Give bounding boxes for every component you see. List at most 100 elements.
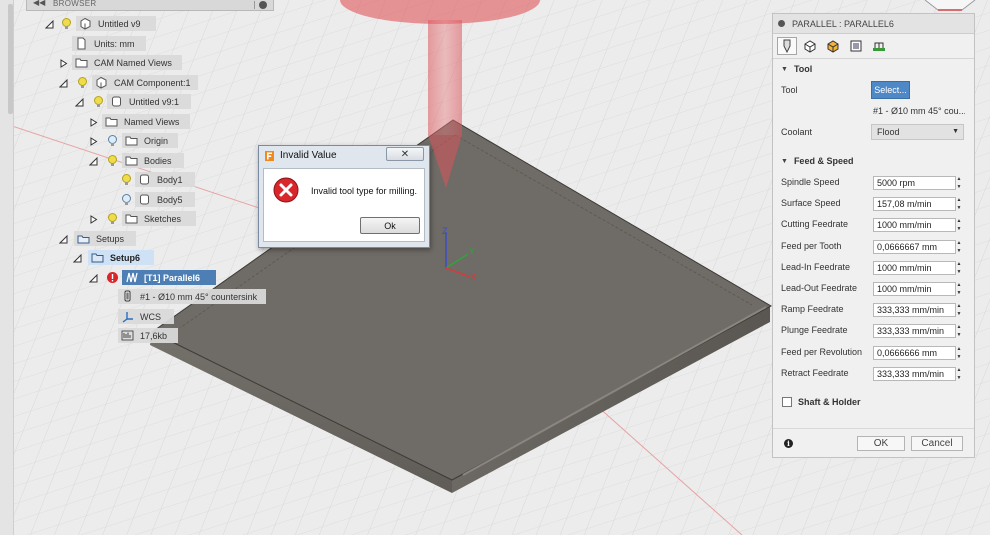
field-label: Feed per Revolution: [781, 346, 863, 357]
field-input[interactable]: 157,08 m/min: [873, 197, 956, 212]
field-input[interactable]: 1000 mm/min: [873, 260, 956, 275]
visibility-bulb-icon[interactable]: [106, 134, 119, 147]
field-input[interactable]: 0,0666667 mm: [873, 239, 956, 254]
tree-item-label: 17,6kb: [140, 330, 168, 341]
panel-divider: [773, 428, 974, 429]
field-input[interactable]: 1000 mm/min: [873, 282, 956, 296]
tool-section-header[interactable]: ▼ Tool: [781, 64, 812, 74]
tree-item[interactable]: 17,6kb: [118, 328, 178, 343]
visibility-bulb-icon[interactable]: [120, 173, 133, 186]
tree-item[interactable]: WCS: [118, 309, 174, 324]
field-input[interactable]: 333,333 mm/min: [873, 324, 956, 339]
tree-item[interactable]: CAM Component:1: [92, 75, 198, 90]
tab-heights[interactable]: [823, 37, 843, 55]
passes-tab-icon: [850, 40, 862, 52]
tree-item[interactable]: Body5: [135, 192, 195, 207]
tree-item-label: CAM Named Views: [94, 57, 172, 68]
tree-item[interactable]: Units: mm: [72, 36, 146, 51]
scrollbar-thumb[interactable]: [8, 4, 13, 114]
feed-speed-section-label: Feed & Speed: [793, 156, 854, 166]
folder-icon: [105, 115, 118, 128]
field-input[interactable]: 333,333 mm/min: [873, 303, 956, 318]
visibility-bulb-icon[interactable]: [120, 193, 133, 206]
tree-item[interactable]: Origin: [122, 133, 178, 148]
tree-item[interactable]: #1 - Ø10 mm 45° countersink: [118, 289, 266, 304]
field-input[interactable]: 333,333 mm/min: [873, 366, 956, 381]
collapse-triangle-icon[interactable]: [88, 214, 98, 224]
spinner-arrows-icon[interactable]: ▲ ▼: [955, 218, 963, 232]
folder-icon: [125, 154, 138, 167]
feed-speed-section-header[interactable]: ▼ Feed & Speed: [781, 156, 853, 166]
tree-item-label: WCS: [140, 311, 161, 322]
chevron-down-icon: ▼: [952, 128, 959, 135]
coolant-select[interactable]: Flood ▼: [871, 124, 964, 140]
collapse-icon[interactable]: ◀◀: [33, 0, 45, 7]
expand-triangle-icon[interactable]: [74, 97, 84, 107]
tree-item-label: Setups: [96, 233, 125, 244]
tree-item[interactable]: Body1: [135, 172, 195, 187]
tab-passes[interactable]: [846, 37, 866, 55]
tree-item[interactable]: CAM Named Views: [72, 55, 182, 70]
tree-item-label: Body1: [157, 174, 183, 185]
document-icon: [75, 37, 88, 50]
expand-triangle-icon[interactable]: [88, 273, 98, 283]
spinner-arrows-icon[interactable]: ▲ ▼: [955, 176, 963, 190]
tree-item-label: Units: mm: [94, 38, 135, 49]
ok-button[interactable]: OK: [857, 436, 905, 451]
shaft-holder-checkbox[interactable]: [782, 397, 792, 407]
tree-item[interactable]: Setup6: [88, 250, 154, 265]
visibility-bulb-icon[interactable]: [106, 154, 119, 167]
heights-tab-icon: [827, 40, 839, 53]
close-icon[interactable]: [259, 1, 267, 9]
panel-close-icon[interactable]: [778, 20, 785, 27]
collapse-triangle-icon[interactable]: [58, 58, 68, 68]
field-input[interactable]: 5000 rpm: [873, 176, 956, 190]
dialog-close-button[interactable]: ✕: [386, 147, 424, 161]
tab-geometry[interactable]: [800, 37, 820, 55]
spinner-arrows-icon[interactable]: ▲ ▼: [955, 197, 963, 211]
field-input[interactable]: 0,0666666 mm: [873, 345, 956, 360]
body-icon: [110, 95, 123, 108]
field-label: Retract Feedrate: [781, 367, 849, 378]
spinner-arrows-icon[interactable]: ▲ ▼: [955, 282, 963, 296]
tree-item[interactable]: Untitled v9: [76, 16, 156, 31]
tree-item[interactable]: Untitled v9:1: [107, 94, 191, 109]
tree-item[interactable]: [T1] Parallel6: [122, 270, 216, 285]
visibility-bulb-icon[interactable]: [92, 95, 105, 108]
expand-triangle-icon[interactable]: [58, 234, 68, 244]
tab-tool[interactable]: [777, 37, 797, 55]
spinner-arrows-icon[interactable]: ▲ ▼: [955, 240, 963, 254]
wcs-icon: [121, 310, 134, 323]
tool-tab-icon: [783, 39, 791, 53]
visibility-bulb-icon[interactable]: [106, 212, 119, 225]
tree-item-label: Sketches: [144, 213, 182, 224]
expand-triangle-icon[interactable]: [72, 253, 82, 263]
tree-item[interactable]: Named Views: [102, 114, 190, 129]
spinner-arrows-icon[interactable]: ▲ ▼: [955, 367, 963, 381]
spinner-arrows-icon[interactable]: ▲ ▼: [955, 261, 963, 275]
cancel-button[interactable]: Cancel: [911, 436, 963, 451]
tab-linking[interactable]: [869, 37, 889, 55]
browser-scrollbar[interactable]: [0, 0, 14, 535]
visibility-bulb-icon[interactable]: [76, 76, 89, 89]
dialog-ok-button[interactable]: Ok: [360, 217, 420, 234]
select-tool-button[interactable]: Select...: [871, 81, 910, 99]
tree-item[interactable]: Bodies: [122, 153, 184, 168]
axis-z-label: Z: [442, 226, 448, 236]
panel-header[interactable]: PARALLEL : PARALLEL6: [773, 14, 974, 34]
collapse-triangle-icon[interactable]: [88, 117, 98, 127]
expand-triangle-icon[interactable]: [58, 78, 68, 88]
spinner-arrows-icon[interactable]: ▲ ▼: [955, 303, 963, 317]
expand-triangle-icon[interactable]: [88, 156, 98, 166]
info-icon[interactable]: i: [784, 439, 793, 448]
chevron-down-icon: ▼: [781, 157, 788, 165]
tree-item[interactable]: Sketches: [122, 211, 196, 226]
expand-triangle-icon[interactable]: [44, 19, 54, 29]
browser-header[interactable]: ◀◀ BROWSER: [26, 0, 274, 11]
field-input[interactable]: 1000 mm/min: [873, 218, 956, 233]
tree-item[interactable]: Setups: [74, 231, 136, 246]
collapse-triangle-icon[interactable]: [88, 136, 98, 146]
visibility-bulb-icon[interactable]: [60, 17, 73, 30]
spinner-arrows-icon[interactable]: ▲ ▼: [955, 346, 963, 360]
spinner-arrows-icon[interactable]: ▲ ▼: [955, 324, 963, 338]
